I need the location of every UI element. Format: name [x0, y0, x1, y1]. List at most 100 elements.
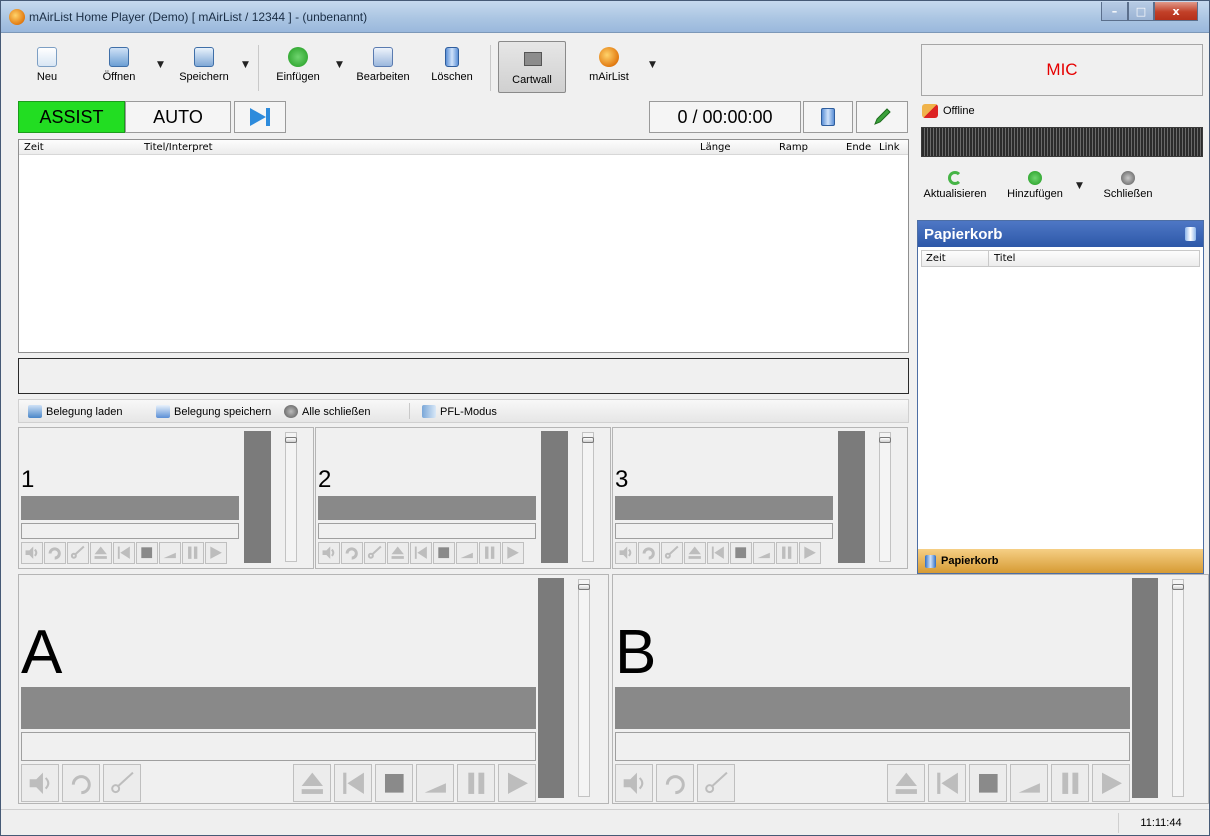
pfl-mode-button[interactable]: PFL-Modus	[422, 405, 497, 418]
player-a-fader-knob[interactable]	[578, 584, 590, 590]
play-button[interactable]	[799, 542, 821, 564]
cart-slot-3-fader-knob[interactable]	[879, 437, 891, 443]
player-b-volume-fader[interactable]	[1172, 579, 1184, 797]
column-header-ramp[interactable]: Ramp	[779, 142, 808, 153]
loop-button[interactable]	[638, 542, 660, 564]
column-header-length[interactable]: Länge	[700, 142, 731, 153]
column-header-end[interactable]: Ende	[846, 142, 871, 153]
load-assignment-button[interactable]: Belegung laden	[28, 405, 122, 418]
mairlist-button[interactable]: mAirList	[588, 45, 630, 95]
column-header-time[interactable]: Zeit	[926, 253, 946, 264]
fade-button[interactable]	[456, 542, 478, 564]
play-button[interactable]	[205, 542, 227, 564]
scissors-button[interactable]	[364, 542, 386, 564]
previous-button[interactable]	[928, 764, 966, 802]
scissors-button[interactable]	[697, 764, 735, 802]
speaker-icon	[623, 772, 643, 794]
speaker-button[interactable]	[615, 542, 637, 564]
save-dropdown-icon[interactable]: ▼	[242, 60, 249, 70]
pause-button[interactable]	[457, 764, 495, 802]
insert-button[interactable]: Einfügen	[273, 45, 323, 95]
fade-button[interactable]	[1010, 764, 1048, 802]
eject-button[interactable]	[684, 542, 706, 564]
pause-button[interactable]	[1051, 764, 1089, 802]
stop-button[interactable]	[375, 764, 413, 802]
eject-button[interactable]	[887, 764, 925, 802]
eject-button[interactable]	[387, 542, 409, 564]
previous-button[interactable]	[334, 764, 372, 802]
trash-panel-footer[interactable]: Papierkorb	[918, 549, 1203, 573]
save-button[interactable]: Speichern	[175, 45, 233, 95]
mairlist-dropdown-icon[interactable]: ▼	[649, 60, 656, 70]
cartwall-button[interactable]: Cartwall	[498, 41, 566, 93]
stop-button[interactable]	[969, 764, 1007, 802]
minimize-button[interactable]: –	[1101, 2, 1128, 21]
add-button[interactable]: Hinzufügen	[1001, 171, 1069, 200]
play-button[interactable]	[498, 764, 536, 802]
column-header-link[interactable]: Link	[879, 142, 899, 153]
column-header-time[interactable]: Zeit	[24, 142, 44, 153]
player-b-fader-knob[interactable]	[1172, 584, 1184, 590]
previous-button[interactable]	[113, 542, 135, 564]
fade-button[interactable]	[416, 764, 454, 802]
maximize-button[interactable]: □	[1128, 2, 1154, 21]
auto-button[interactable]: AUTO	[125, 101, 231, 133]
trash-icon[interactable]	[1185, 227, 1196, 241]
close-button[interactable]: x	[1154, 2, 1198, 21]
fade-button[interactable]	[753, 542, 775, 564]
speaker-button[interactable]	[615, 764, 653, 802]
pause-button[interactable]	[479, 542, 501, 564]
loop-button[interactable]	[44, 542, 66, 564]
cart-slot-2-volume-fader[interactable]	[582, 432, 594, 562]
scissors-button[interactable]	[661, 542, 683, 564]
insert-dropdown-icon[interactable]: ▼	[336, 60, 343, 70]
loop-button[interactable]	[341, 542, 363, 564]
refresh-button[interactable]: Aktualisieren	[921, 171, 989, 200]
open-button[interactable]: Öffnen	[97, 45, 141, 95]
close-encoder-button[interactable]: Schließen	[1098, 171, 1158, 200]
previous-button[interactable]	[410, 542, 432, 564]
playlist-edit-button[interactable]	[856, 101, 908, 133]
loop-button[interactable]	[656, 764, 694, 802]
stop-button[interactable]	[730, 542, 752, 564]
skip-next-button[interactable]	[234, 101, 286, 133]
speaker-button[interactable]	[21, 764, 59, 802]
speaker-button[interactable]	[21, 542, 43, 564]
close-all-button[interactable]: Alle schließen	[284, 405, 370, 418]
speaker-icon	[619, 546, 632, 560]
save-assignment-button[interactable]: Belegung speichern	[156, 405, 271, 418]
play-button[interactable]	[1092, 764, 1130, 802]
title-bar[interactable]: mAirList Home Player (Demo) [ mAirList /…	[1, 1, 1209, 33]
cart-slot-1-volume-fader[interactable]	[285, 432, 297, 562]
playlist-delete-button[interactable]	[803, 101, 853, 133]
loop-button[interactable]	[62, 764, 100, 802]
new-button[interactable]: Neu	[29, 45, 65, 95]
player-a-volume-fader[interactable]	[578, 579, 590, 797]
add-dropdown-icon[interactable]: ▼	[1076, 181, 1083, 191]
cart-slot-1-fader-knob[interactable]	[285, 437, 297, 443]
column-header-title[interactable]: Titel	[994, 253, 1015, 264]
scissors-button[interactable]	[103, 764, 141, 802]
stop-button[interactable]	[433, 542, 455, 564]
eject-button[interactable]	[90, 542, 112, 564]
mic-button[interactable]: MIC	[921, 44, 1203, 96]
fade-button[interactable]	[159, 542, 181, 564]
cart-slot-2-title-bar	[318, 496, 536, 520]
cart-slot-2-fader-knob[interactable]	[582, 437, 594, 443]
scissors-button[interactable]	[67, 542, 89, 564]
previous-button[interactable]	[707, 542, 729, 564]
eject-button[interactable]	[293, 764, 331, 802]
play-button[interactable]	[502, 542, 524, 564]
stop-button[interactable]	[136, 542, 158, 564]
pause-button[interactable]	[776, 542, 798, 564]
speaker-button[interactable]	[318, 542, 340, 564]
playlist-grid[interactable]: Zeit Titel/Interpret Länge Ramp Ende Lin…	[18, 139, 909, 353]
edit-button[interactable]: Bearbeiten	[354, 45, 412, 95]
pause-button[interactable]	[182, 542, 204, 564]
delete-button[interactable]: Löschen	[428, 45, 476, 95]
column-header-title[interactable]: Titel/Interpret	[144, 142, 213, 153]
app-icon[interactable]	[9, 9, 25, 25]
assist-button[interactable]: ASSIST	[18, 101, 125, 133]
open-dropdown-icon[interactable]: ▼	[157, 60, 164, 70]
cart-slot-3-volume-fader[interactable]	[879, 432, 891, 562]
